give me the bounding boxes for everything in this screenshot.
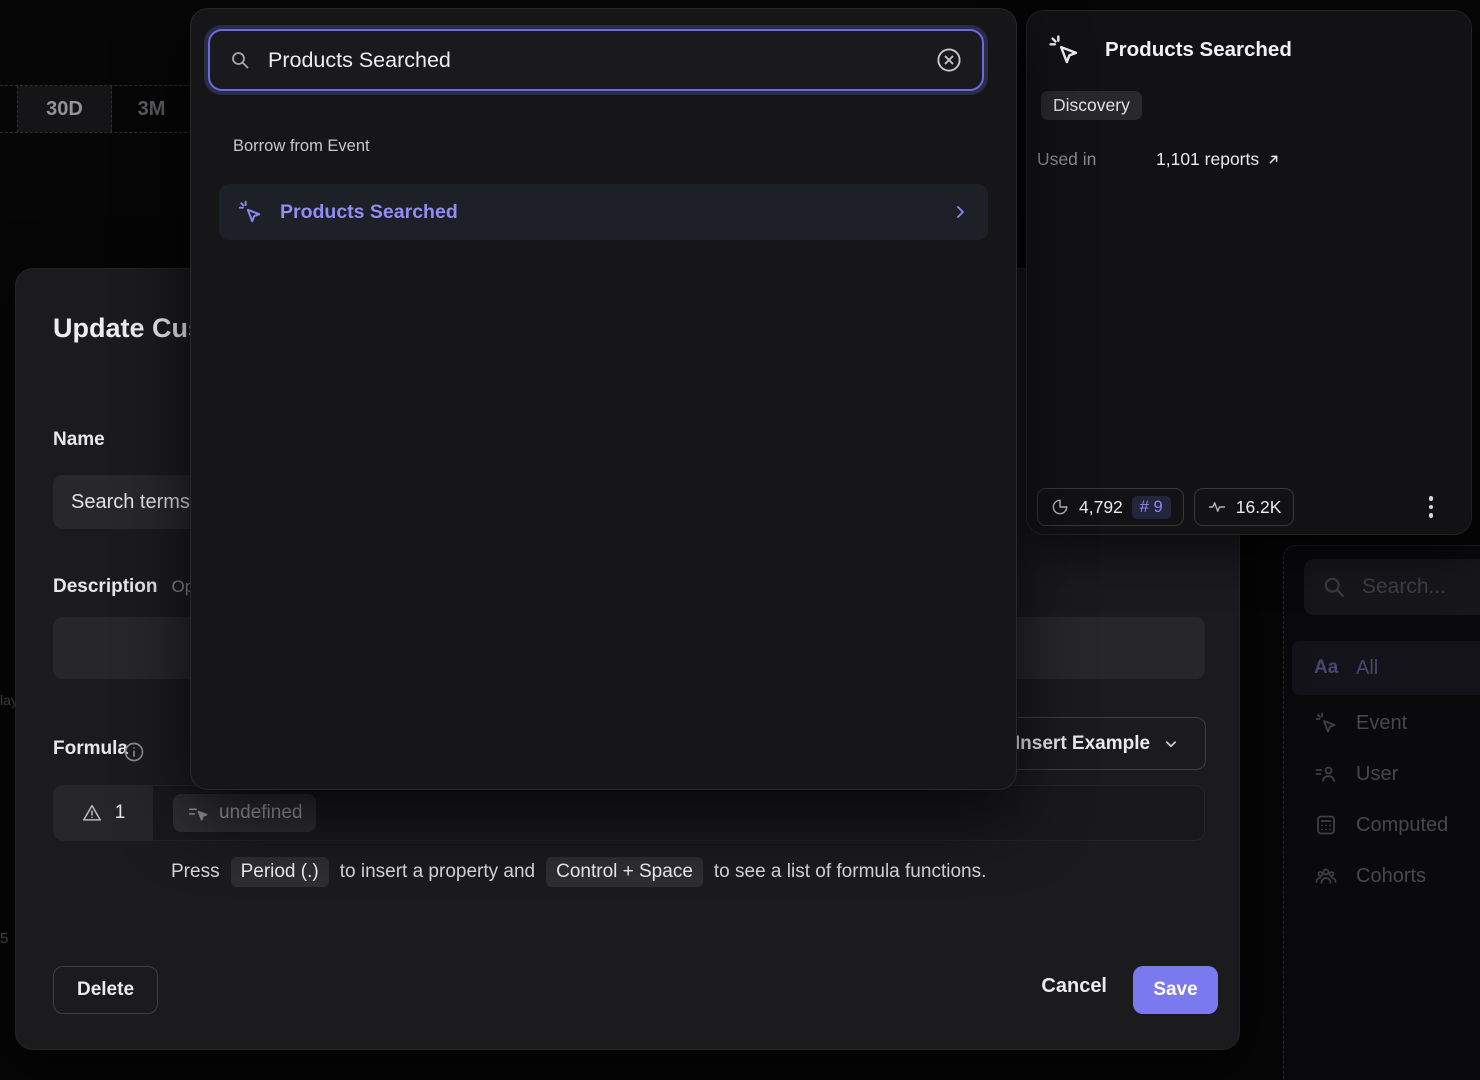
filter-item-event[interactable]: Event — [1292, 696, 1480, 750]
formula-editor: 1 undefined — [53, 785, 1205, 841]
used-in-reports-link[interactable]: 1,101 reports — [1156, 149, 1281, 170]
card-footer: 4,792 # 9 16.2K — [1037, 488, 1455, 526]
used-in-row: Used in 1,101 reports — [1037, 149, 1281, 170]
formula-input[interactable]: undefined — [153, 785, 1205, 841]
close-circle-icon — [934, 45, 964, 75]
used-in-label: Used in — [1037, 149, 1156, 170]
user-icon — [1314, 762, 1338, 786]
filter-label: Computed — [1356, 814, 1448, 837]
calculator-icon — [1314, 813, 1338, 837]
panel-search-box[interactable] — [1304, 559, 1480, 615]
filter-label: Cohorts — [1356, 865, 1426, 888]
event-details-card: Products Searched Discovery Used in 1,10… — [1026, 10, 1472, 535]
save-button[interactable]: Save — [1133, 966, 1218, 1014]
filter-label: User — [1356, 763, 1398, 786]
time-range-7d[interactable]: D — [0, 86, 18, 132]
panel-search-input[interactable] — [1362, 575, 1480, 599]
app-screen: D 30D 3M lay 5 Aa All Event User — [0, 0, 1480, 1080]
event-result-label: Products Searched — [280, 201, 458, 224]
count-badge: 4,792 # 9 — [1037, 488, 1184, 526]
event-picker-dropdown: Borrow from Event Products Searched — [190, 8, 1017, 790]
formula-error-indicator: 1 — [53, 785, 153, 841]
pulse-icon — [1207, 497, 1227, 517]
volume-badge: 16.2K — [1194, 488, 1295, 526]
formula-hint: Press Period (.) to insert a property an… — [171, 857, 986, 887]
warning-icon — [81, 802, 103, 824]
hint-text: Press — [171, 861, 220, 883]
event-result-row[interactable]: Products Searched — [219, 184, 988, 240]
cohorts-icon — [1314, 864, 1338, 888]
cancel-button[interactable]: Cancel — [1041, 975, 1107, 998]
formula-label: Formula — [53, 738, 128, 760]
text-type-icon: Aa — [1314, 657, 1338, 679]
filter-item-computed[interactable]: Computed — [1292, 798, 1480, 852]
control-space-key-chip: Control + Space — [546, 857, 703, 887]
delete-button[interactable]: Delete — [53, 966, 158, 1014]
event-cursor-icon — [237, 199, 263, 225]
insert-example-label: Insert Example — [1015, 733, 1150, 755]
filter-item-cohorts[interactable]: Cohorts — [1292, 849, 1480, 903]
property-icon — [187, 802, 209, 824]
search-icon — [1320, 573, 1348, 601]
error-count: 1 — [115, 802, 126, 824]
insert-example-button[interactable]: Insert Example — [989, 717, 1206, 770]
volume-value: 16.2K — [1236, 497, 1282, 518]
card-header: Products Searched — [1047, 33, 1292, 67]
used-in-value: 1,101 reports — [1156, 149, 1259, 170]
event-cursor-icon — [1314, 711, 1338, 735]
event-cursor-icon — [1047, 33, 1081, 67]
formula-token-label: undefined — [219, 802, 302, 824]
period-key-chip: Period (.) — [231, 857, 329, 887]
picker-search-input[interactable] — [268, 48, 934, 73]
event-title: Products Searched — [1105, 38, 1292, 62]
rank-badge: # 9 — [1132, 496, 1171, 519]
name-label: Name — [53, 429, 105, 451]
external-arrow-icon — [1266, 152, 1281, 167]
filter-label: Event — [1356, 712, 1407, 735]
background-axis-fragment: 5 — [0, 930, 8, 947]
chevron-right-icon — [950, 202, 970, 222]
pie-chart-icon — [1050, 497, 1070, 517]
chevron-down-icon — [1162, 735, 1180, 753]
filter-item-all[interactable]: Aa All — [1292, 641, 1480, 695]
info-icon[interactable] — [122, 740, 146, 764]
clear-search-button[interactable] — [934, 45, 964, 75]
more-options-button[interactable] — [1425, 492, 1438, 522]
section-label: Borrow from Event — [233, 137, 370, 156]
time-range-30d[interactable]: 30D — [18, 86, 112, 132]
picker-search-box[interactable] — [208, 29, 984, 91]
filter-label: All — [1356, 657, 1378, 680]
filter-item-user[interactable]: User — [1292, 747, 1480, 801]
search-icon — [228, 48, 252, 72]
formula-token-chip: undefined — [173, 794, 316, 832]
hint-text: to see a list of formula functions. — [714, 861, 986, 883]
count-value: 4,792 — [1079, 497, 1123, 518]
time-range-control: D 30D 3M — [0, 85, 192, 133]
time-range-3m[interactable]: 3M — [112, 86, 192, 132]
property-type-panel: Aa All Event User Computed — [1283, 545, 1480, 1080]
hint-text: to insert a property and — [340, 861, 535, 883]
description-label-text: Description — [53, 576, 158, 597]
category-badge: Discovery — [1041, 91, 1142, 120]
